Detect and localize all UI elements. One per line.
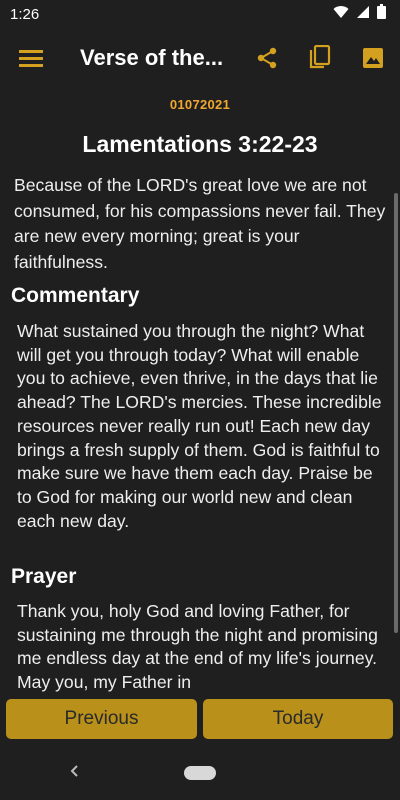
scrollbar[interactable] xyxy=(394,193,398,633)
prayer-text: Thank you, holy God and loving Father, f… xyxy=(17,601,378,693)
verse-text: Because of the LORD's great love we are … xyxy=(14,175,386,272)
home-pill-icon[interactable] xyxy=(184,766,216,780)
signal-icon xyxy=(356,5,370,24)
status-time: 1:26 xyxy=(10,5,40,23)
back-icon[interactable] xyxy=(68,764,80,783)
bottom-button-bar: Previous Today xyxy=(0,696,400,744)
copy-icon[interactable] xyxy=(306,44,334,72)
battery-icon xyxy=(377,4,386,24)
commentary-text: What sustained you through the night? Wh… xyxy=(17,321,382,531)
prayer-heading: Prayer xyxy=(11,565,77,588)
today-button[interactable]: Today xyxy=(203,699,393,739)
image-icon[interactable] xyxy=(359,44,387,72)
verse-content[interactable]: 01072021 Lamentations 3:22-23 Because of… xyxy=(0,88,400,696)
app-bar: Verse of the... xyxy=(0,28,400,88)
wifi-icon xyxy=(333,5,349,24)
commentary-heading: Commentary xyxy=(11,284,140,307)
system-nav-bar xyxy=(0,744,400,800)
share-icon[interactable] xyxy=(253,44,281,72)
status-icons xyxy=(333,4,386,24)
verse-date: 01072021 xyxy=(169,97,231,112)
app-title: Verse of the... xyxy=(80,45,224,70)
previous-button[interactable]: Previous xyxy=(6,699,197,739)
hamburger-menu-icon[interactable] xyxy=(18,46,44,70)
verse-reference: Lamentations 3:22-23 xyxy=(82,131,318,157)
status-bar: 1:26 xyxy=(0,0,400,28)
